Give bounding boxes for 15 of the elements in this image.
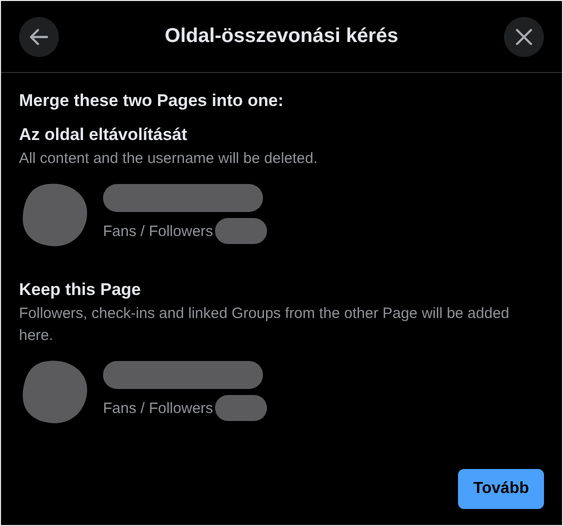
close-icon <box>514 28 533 46</box>
section-heading: Az oldal eltávolítását <box>19 125 188 145</box>
redaction-mark <box>215 395 268 421</box>
next-button[interactable]: Tovább <box>458 469 544 509</box>
back-button[interactable] <box>19 16 59 56</box>
page-subtitle: Fans / Followers <box>103 222 214 240</box>
section-heading: Keep this Page <box>19 280 142 300</box>
page-subtitle: Fans / Followers <box>103 400 214 416</box>
back-arrow-icon <box>29 28 49 46</box>
section-description: Followers, check-ins and linked Groups from the other Page will be added here. <box>19 304 510 346</box>
section-description: All content and the username will be deleted. <box>19 149 319 169</box>
redaction-mark <box>215 218 268 244</box>
dialog-title: Oldal-összevonási kérés <box>164 25 398 48</box>
close-button[interactable] <box>504 16 544 56</box>
intro-text: Merge these two Pages into one: <box>19 91 284 111</box>
